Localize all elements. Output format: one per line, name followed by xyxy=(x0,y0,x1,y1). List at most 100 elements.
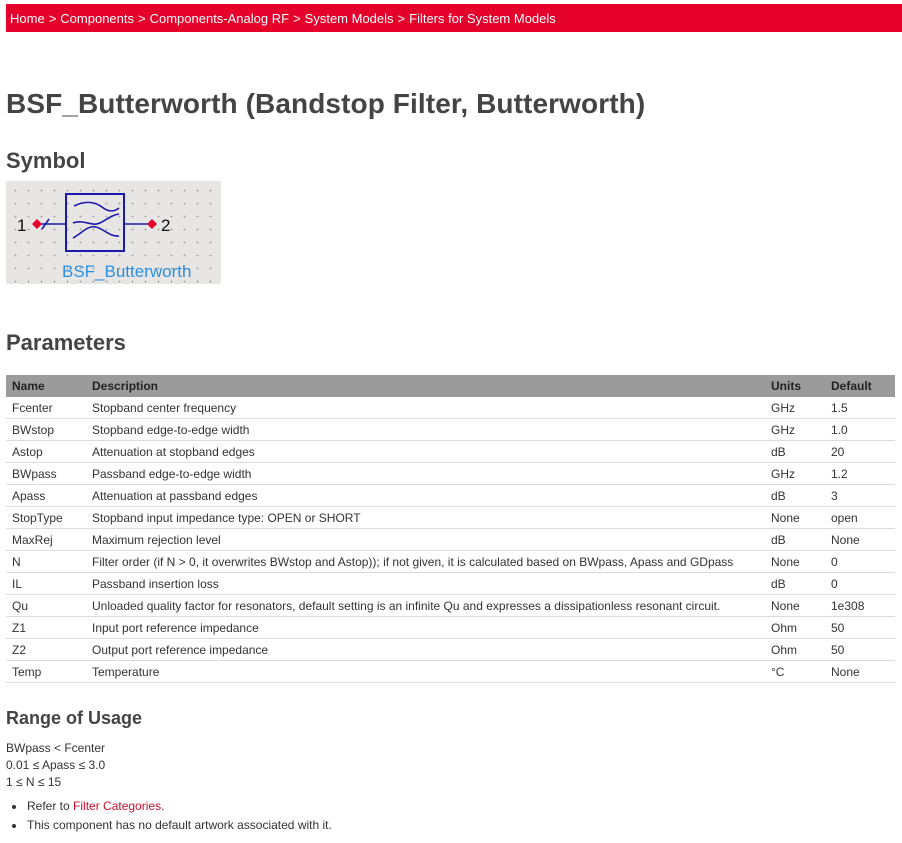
table-row: MaxRej Maximum rejection level dB None xyxy=(6,528,895,551)
range-line: 1 ≤ N ≤ 15 xyxy=(6,775,62,789)
breadcrumb-separator: > xyxy=(293,10,301,26)
table-row: BWpass Passband edge-to-edge width GHz 1.2 xyxy=(6,462,895,485)
param-default-cell: 1.2 xyxy=(825,462,895,485)
schematic-symbol: 1 2 BSF_Butterworth xyxy=(6,181,221,284)
param-default-cell: 0 xyxy=(825,572,895,595)
port-1-label: 1 xyxy=(17,216,26,235)
table-row: Apass Attenuation at passband edges dB 3 xyxy=(6,484,895,507)
breadcrumb-separator: > xyxy=(397,10,406,26)
breadcrumb-home[interactable]: Home xyxy=(10,11,45,26)
param-name-cell: BWstop xyxy=(6,418,86,441)
table-header-row: Name Description Units Default xyxy=(6,375,895,397)
param-default-cell: 50 xyxy=(825,616,895,639)
component-label: BSF_Butterworth xyxy=(62,262,191,281)
param-name-cell: Apass xyxy=(6,484,86,507)
param-name-cell: Z2 xyxy=(6,638,86,661)
table-row: BWstop Stopband edge-to-edge width GHz 1.0 xyxy=(6,418,895,441)
param-name-cell: Fcenter xyxy=(6,397,86,419)
breadcrumb-system-models[interactable]: System Models xyxy=(305,11,394,26)
param-units-cell: dB xyxy=(765,440,825,463)
table-row: Z2 Output port reference impedance Ohm 50 xyxy=(6,638,895,661)
param-name-cell: BWpass xyxy=(6,462,86,485)
table-row: Astop Attenuation at stopband edges dB 20 xyxy=(6,440,895,463)
param-description-cell: Filter order (if N > 0, it overwrites BW… xyxy=(86,550,765,573)
symbol-heading: Symbol xyxy=(6,148,86,173)
param-description-cell: Stopband center frequency xyxy=(86,397,765,419)
param-description-cell: Passband edge-to-edge width xyxy=(86,462,765,485)
param-default-cell: 0 xyxy=(825,550,895,573)
param-description-cell: Stopband edge-to-edge width xyxy=(86,418,765,441)
param-units-cell: None xyxy=(765,550,825,573)
param-units-cell: None xyxy=(765,594,825,617)
port-2-label: 2 xyxy=(161,216,170,235)
breadcrumb-filters-for-system-models[interactable]: Filters for System Models xyxy=(409,11,556,26)
note-refer-prefix: Refer to xyxy=(27,799,74,813)
param-default-cell: None xyxy=(825,528,895,551)
table-row: Fcenter Stopband center frequency GHz 1.5 xyxy=(6,397,895,419)
param-default-cell: 1e308 xyxy=(825,594,895,617)
param-units-cell: dB xyxy=(765,528,825,551)
param-name-cell: N xyxy=(6,550,86,573)
table-row: Temp Temperature °C None xyxy=(6,660,895,683)
parameters-table: Name Description Units Default Fcenter St… xyxy=(6,375,895,683)
breadcrumb-separator: > xyxy=(48,10,57,26)
param-default-cell: open xyxy=(825,506,895,529)
param-default-cell: 1.5 xyxy=(825,397,895,419)
param-description-cell: Attenuation at passband edges xyxy=(86,484,765,507)
param-description-cell: Maximum rejection level xyxy=(86,528,765,551)
param-default-cell: 50 xyxy=(825,638,895,661)
param-description-cell: Output port reference impedance xyxy=(86,638,765,661)
table-row: IL Passband insertion loss dB 0 xyxy=(6,572,895,595)
page-title: BSF_Butterworth (Bandstop Filter, Butter… xyxy=(6,88,646,119)
column-header-description: Description xyxy=(86,375,765,397)
param-default-cell: 3 xyxy=(825,484,895,507)
param-default-cell: 1.0 xyxy=(825,418,895,441)
param-name-cell: IL xyxy=(6,572,86,595)
param-description-cell: Temperature xyxy=(86,660,765,683)
param-units-cell: Ohm xyxy=(765,616,825,639)
param-description-cell: Input port reference impedance xyxy=(86,616,765,639)
parameters-table-body: Fcenter Stopband center frequency GHz 1.5 BW… xyxy=(6,397,895,683)
param-name-cell: StopType xyxy=(6,506,86,529)
column-header-default: Default xyxy=(825,375,895,397)
param-name-cell: Temp xyxy=(6,660,86,683)
breadcrumb-separator: > xyxy=(138,10,146,26)
bandstop-filter-symbol-graphic: 1 2 BSF_Butterworth xyxy=(17,193,191,281)
param-name-cell: Z1 xyxy=(6,616,86,639)
breadcrumb: Home > Components > Components-Analog RF… xyxy=(6,4,902,32)
param-description-cell: Stopband input impedance type: OPEN or S… xyxy=(86,506,765,529)
pin-2 xyxy=(147,219,157,229)
range-of-usage-heading: Range of Usage xyxy=(6,708,143,728)
param-units-cell: None xyxy=(765,506,825,529)
note-item: Refer to Filter Categories. xyxy=(26,797,332,816)
note-item: This component has no default artwork as… xyxy=(26,816,332,835)
param-units-cell: GHz xyxy=(765,462,825,485)
pin-1 xyxy=(32,219,42,229)
parameters-heading: Parameters xyxy=(6,330,126,355)
param-units-cell: °C xyxy=(765,660,825,683)
table-row: N Filter order (if N > 0, it overwrites B… xyxy=(6,550,895,573)
breadcrumb-components[interactable]: Components xyxy=(60,11,134,26)
range-line: BWpass < Fcenter xyxy=(6,741,106,755)
param-name-cell: Astop xyxy=(6,440,86,463)
notes-list: Refer to Filter Categories. This compone… xyxy=(6,797,332,835)
table-row: Qu Unloaded quality factor for resonators… xyxy=(6,594,895,617)
param-default-cell: 20 xyxy=(825,440,895,463)
breadcrumb-components-analog-rf[interactable]: Components-Analog RF xyxy=(150,11,289,26)
param-units-cell: GHz xyxy=(765,418,825,441)
filter-categories-link[interactable]: Filter Categories xyxy=(73,799,161,813)
param-units-cell: GHz xyxy=(765,397,825,419)
wave-middle xyxy=(72,213,120,225)
table-row: StopType Stopband input impedance type: O… xyxy=(6,506,895,529)
param-units-cell: dB xyxy=(765,572,825,595)
param-default-cell: None xyxy=(825,660,895,683)
wave-bottom xyxy=(72,225,120,239)
range-line: 0.01 ≤ Apass ≤ 3.0 xyxy=(6,758,106,772)
note-refer-suffix: . xyxy=(161,799,165,813)
range-of-usage-list: BWpass < Fcenter 0.01 ≤ Apass ≤ 3.0 1 ≤ … xyxy=(6,740,105,791)
param-units-cell: Ohm xyxy=(765,638,825,661)
param-description-cell: Attenuation at stopband edges xyxy=(86,440,765,463)
param-name-cell: Qu xyxy=(6,594,86,617)
table-row: Z1 Input port reference impedance Ohm 50 xyxy=(6,616,895,639)
column-header-name: Name xyxy=(6,375,86,397)
